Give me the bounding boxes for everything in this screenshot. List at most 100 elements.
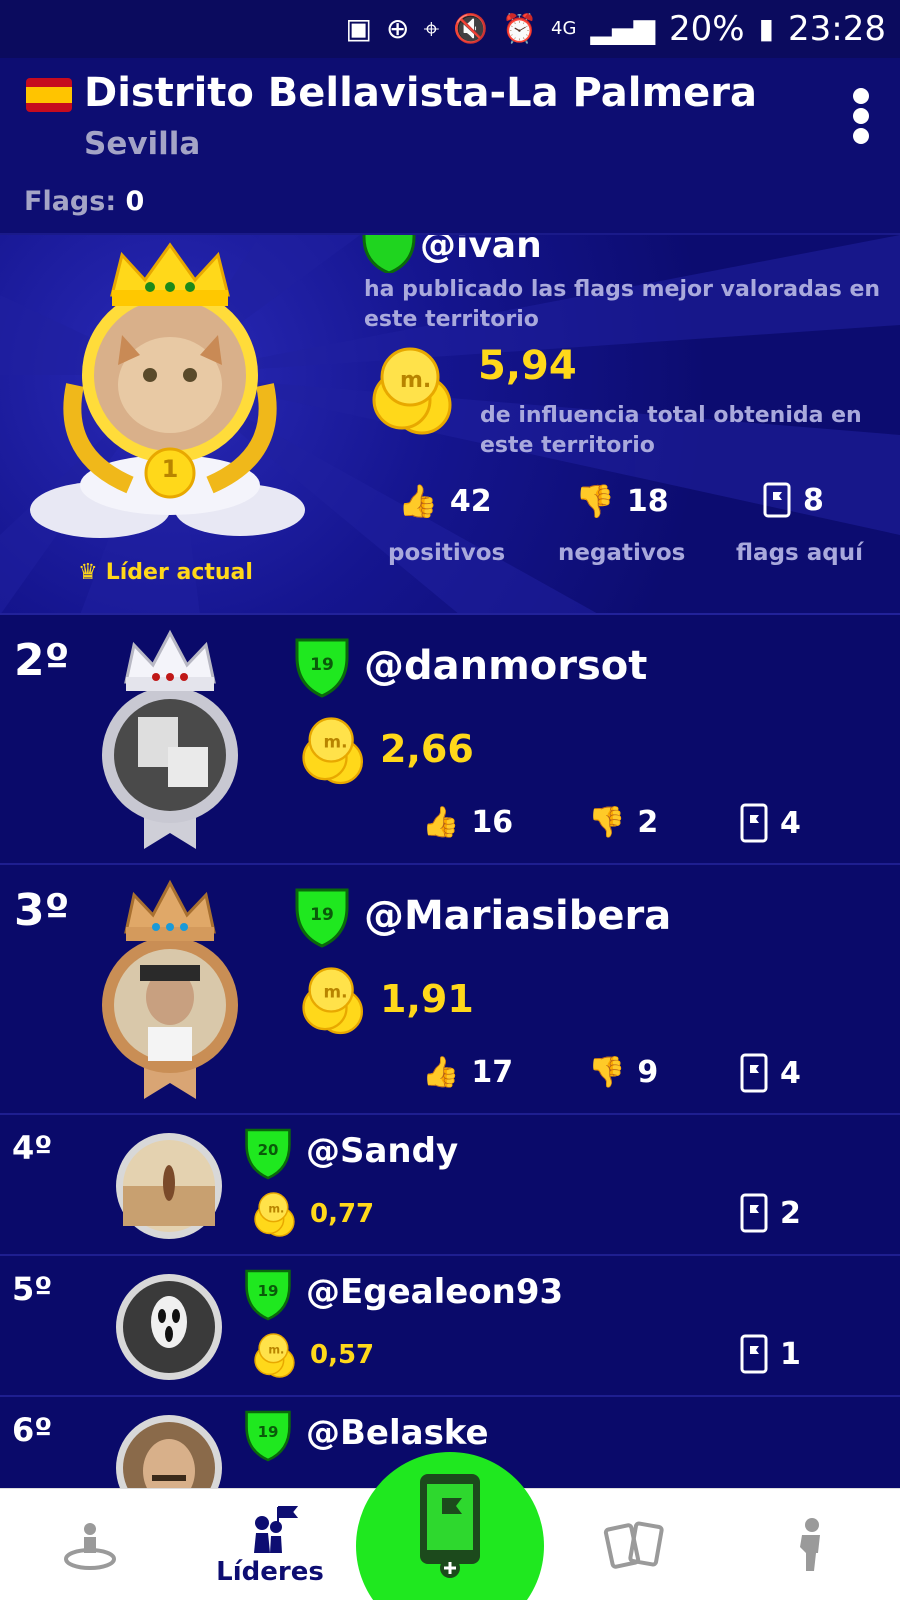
rank-position: 3º xyxy=(14,885,70,936)
influence-value: 1,91 xyxy=(380,977,474,1021)
location-icon: ⌖ xyxy=(423,12,440,45)
flag-card-icon xyxy=(763,482,791,518)
flags-count: Flags: 0 xyxy=(24,186,144,217)
thumbs-down-icon: 👎 xyxy=(575,482,615,520)
influence-value: 2,66 xyxy=(380,727,474,771)
positives-count: 17 xyxy=(471,1055,514,1090)
flag-card-icon xyxy=(740,1334,768,1374)
leader-influence: 5,94 xyxy=(478,343,577,389)
nav-profile[interactable] xyxy=(770,1489,850,1600)
level-number: 19 xyxy=(310,905,334,925)
level-number: 19 xyxy=(257,1423,279,1441)
add-flag-icon xyxy=(420,1474,480,1578)
ranking-row[interactable]: 5º 19 @Egealeon93 m. 0,57 1 xyxy=(0,1256,900,1397)
leader-influence-description: de influencia total obtenida en este ter… xyxy=(480,403,862,458)
flags-count-value: 0 xyxy=(125,186,145,217)
negatives-count: 2 xyxy=(637,805,659,840)
coins-icon: m. xyxy=(302,717,364,785)
flags-count: 2 xyxy=(780,1195,801,1231)
medal-number: 1 xyxy=(161,455,179,483)
cards-icon xyxy=(603,1521,664,1569)
ranking-row[interactable]: 4º 20 @Sandy m. 0,77 2 xyxy=(0,1115,900,1256)
thumbs-up-icon: 👍 xyxy=(398,482,438,520)
nav-map[interactable] xyxy=(40,1489,140,1600)
crown-icon: ♛ xyxy=(78,560,98,585)
current-leader-label: Líder actual xyxy=(105,560,253,585)
coins-icon: m. xyxy=(254,1333,295,1378)
bronze-avatar-badge[interactable] xyxy=(98,877,242,1099)
positives-count: 16 xyxy=(471,805,514,840)
username[interactable]: @Mariasibera xyxy=(364,893,671,939)
leaders-icon xyxy=(254,1506,298,1553)
alarm-icon: ⏰ xyxy=(502,12,537,45)
influence-value: 0,77 xyxy=(310,1199,375,1229)
positives-label: positivos xyxy=(388,540,506,566)
username[interactable]: @danmorsot xyxy=(364,643,647,689)
flags-here-label: flags aquí xyxy=(736,540,863,566)
nav-leaders[interactable]: Líderes xyxy=(200,1489,340,1600)
svg-text:m.: m. xyxy=(323,982,347,1002)
rank-position: 5º xyxy=(12,1270,53,1308)
ranking-row[interactable]: 2º 19 @danmorsot m. 2,66 👍 16 👎 2 4 xyxy=(0,615,900,865)
flags-count: 1 xyxy=(780,1336,801,1372)
rank-position: 2º xyxy=(14,635,70,686)
flag-card-icon xyxy=(740,1193,768,1233)
svg-text:m.: m. xyxy=(268,1202,284,1215)
coins-icon: m. xyxy=(254,1192,295,1237)
flags-count: 4 xyxy=(780,1055,801,1091)
signal-icon: ▂▄▆ xyxy=(590,12,656,45)
silver-avatar-badge[interactable] xyxy=(98,627,242,849)
flags-count-label: Flags: xyxy=(24,186,117,217)
negatives-count: 9 xyxy=(637,1055,659,1090)
leader-positives: 42 xyxy=(449,483,492,519)
level-number: 20 xyxy=(257,1141,279,1159)
territory-header: Distrito Bellavista-La Palmera Sevilla F… xyxy=(0,58,900,235)
nav-cards[interactable] xyxy=(590,1489,680,1600)
thumbs-down-icon: 👎 xyxy=(588,805,626,840)
thumbs-down-icon: 👎 xyxy=(588,1055,626,1090)
svg-text:m.: m. xyxy=(400,368,431,393)
level-number: 19 xyxy=(257,1282,279,1300)
status-bar: ▣ ⊕ ⌖ 🔇 ⏰ 4G ▂▄▆ 20% ▮ 23:28 xyxy=(0,0,900,58)
avatar[interactable] xyxy=(114,1131,224,1241)
sync-icon: ⊕ xyxy=(386,12,410,45)
thumbs-up-icon: 👍 xyxy=(422,1055,460,1090)
svg-text:m.: m. xyxy=(268,1343,284,1356)
svg-text:m.: m. xyxy=(323,732,347,752)
leader-negatives: 18 xyxy=(626,483,669,519)
leader-username[interactable]: @ivan xyxy=(420,235,542,266)
user-icon xyxy=(800,1518,820,1571)
level-number: 19 xyxy=(310,655,334,675)
negatives-label: negativos xyxy=(558,540,686,566)
flag-card-icon xyxy=(740,803,768,843)
current-leader-card[interactable]: @ivan 1 ha publicado las flags mejor val… xyxy=(0,235,900,615)
rank-position: 6º xyxy=(12,1411,53,1449)
battery-icon: ▮ xyxy=(758,12,775,45)
network-type: 4G xyxy=(551,18,577,39)
level-shield-icon xyxy=(362,235,416,273)
map-person-icon xyxy=(64,1523,116,1570)
ranking-row[interactable]: 3º 19 @Mariasibera m. 1,91 👍 17 👎 9 4 xyxy=(0,865,900,1115)
avatar[interactable] xyxy=(114,1413,224,1488)
flag-card-icon xyxy=(740,1053,768,1093)
notification-icon: ▣ xyxy=(345,12,373,45)
more-options-icon[interactable] xyxy=(850,88,872,144)
territory-city: Sevilla xyxy=(84,126,201,162)
influence-value: 0,57 xyxy=(310,1340,375,1370)
username[interactable]: @Sandy xyxy=(306,1131,458,1171)
current-leader-tag: ♛ Líder actual xyxy=(78,560,253,585)
territory-title: Distrito Bellavista-La Palmera xyxy=(84,70,758,116)
thumbs-up-icon: 👍 xyxy=(422,805,460,840)
battery-percent: 20% xyxy=(669,9,745,49)
avatar[interactable] xyxy=(114,1272,224,1382)
username[interactable]: @Belaske xyxy=(306,1413,489,1453)
username[interactable]: @Egealeon93 xyxy=(306,1272,563,1312)
coins-icon: m. xyxy=(372,347,452,435)
leader-description: ha publicado las flags mejor valoradas e… xyxy=(364,277,881,332)
spain-flag-icon xyxy=(26,78,72,112)
mute-icon: 🔇 xyxy=(453,12,489,45)
rank-position: 4º xyxy=(12,1129,53,1167)
leader-avatar-badge[interactable] xyxy=(0,235,340,545)
leader-flags: 8 xyxy=(803,482,824,518)
nav-leaders-label: Líderes xyxy=(216,1557,324,1587)
